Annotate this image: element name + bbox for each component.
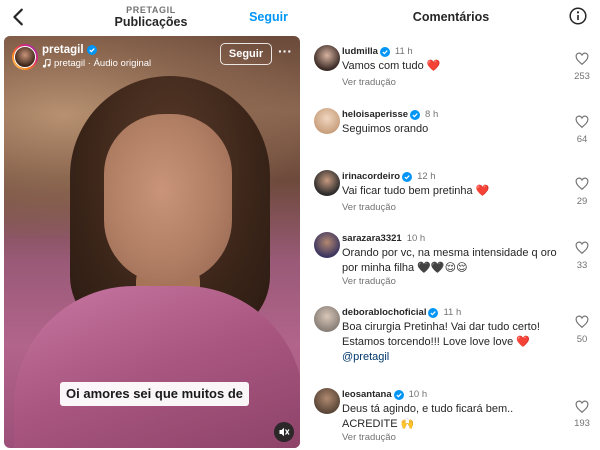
video-subject-face (104, 114, 232, 284)
commenter-username[interactable]: irinacordeiro 12 h (342, 171, 436, 182)
comments-pane: Comentários ludmilla 11 h Vamos com tudo… (302, 0, 600, 450)
heart-outline-icon[interactable] (575, 400, 589, 414)
comment-item: irinacordeiro 12 h Vai ficar tudo bem pr… (302, 170, 600, 226)
verified-badge-icon (402, 171, 413, 182)
post-pane: PRETAGIL Publicações Seguir pretagil pre… (0, 0, 302, 450)
commenter-avatar[interactable] (314, 170, 340, 196)
username-text: sarazara3321 (342, 233, 402, 244)
verified-badge-icon (393, 389, 404, 400)
comment-text: Vai ficar tudo bem pretinha ❤️ (342, 185, 490, 197)
mention-link[interactable]: @pretagil (342, 351, 389, 363)
header-follow-button[interactable]: Seguir (249, 10, 288, 24)
see-translation-link[interactable]: Ver tradução (342, 432, 396, 443)
commenter-username[interactable]: leosantana 10 h (342, 389, 427, 400)
see-translation-link[interactable]: Ver tradução (342, 276, 396, 287)
verified-badge-icon (410, 109, 421, 120)
author-avatar[interactable] (12, 44, 38, 70)
verified-badge-icon (428, 307, 439, 318)
comment-time: 10 h (408, 389, 428, 400)
commenter-username[interactable]: heloisaperisse 8 h (342, 109, 438, 120)
comment-item: heloisaperisse 8 h Seguimos orando 64 (302, 108, 600, 164)
heart-outline-icon[interactable] (575, 177, 589, 191)
like-count: 193 (574, 418, 590, 429)
audio-label[interactable]: pretagil · Áudio original (42, 58, 151, 69)
audio-text: pretagil · Áudio original (54, 58, 152, 69)
commenter-avatar[interactable] (314, 45, 340, 71)
heart-outline-icon[interactable] (575, 52, 589, 66)
comment-text: Vamos com tudo ❤️ (342, 60, 441, 72)
more-dots-icon[interactable]: ··· (278, 44, 294, 61)
info-icon[interactable] (569, 7, 587, 25)
comment-text: Deus tá agindo, e tudo ficará bem.. ACRE… (342, 403, 514, 430)
comment-text: Seguimos orando (342, 123, 429, 135)
video-caption: Oi amores sei que muitos de (60, 382, 249, 406)
author-username[interactable]: pretagil (42, 44, 97, 56)
comment-time: 12 h (417, 171, 436, 182)
verified-badge-icon (86, 45, 97, 55)
username-text: ludmilla (342, 46, 378, 57)
commenter-avatar[interactable] (314, 108, 340, 134)
comment-item: deborablochoficial 11 h Boa cirurgia Pre… (302, 306, 600, 386)
like-count: 50 (576, 334, 588, 345)
commenter-avatar[interactable] (314, 306, 340, 332)
comment-item: ludmilla 11 h Vamos com tudo ❤️ Ver trad… (302, 45, 600, 105)
video-follow-button[interactable]: Seguir (220, 43, 272, 65)
username-text: leosantana (342, 389, 392, 400)
comment-text: Orando por vc, na mesma intensidade q or… (342, 247, 557, 274)
like-count: 253 (574, 71, 590, 82)
see-translation-link[interactable]: Ver tradução (342, 202, 396, 213)
comment-item: sarazara3321 10 h Orando por vc, na mesm… (302, 232, 600, 302)
heart-outline-icon[interactable] (575, 315, 589, 329)
music-note-icon (42, 59, 51, 68)
commenter-avatar[interactable] (314, 388, 340, 414)
comment-time: 10 h (406, 233, 426, 244)
video-subject-body (14, 286, 300, 448)
like-count: 33 (576, 260, 588, 271)
commenter-username[interactable]: ludmilla 11 h (342, 46, 413, 57)
verified-badge-icon (379, 46, 390, 57)
like-count: 29 (576, 196, 588, 207)
commenter-avatar[interactable] (314, 232, 340, 258)
post-header: PRETAGIL Publicações Seguir (0, 0, 302, 34)
like-count: 64 (576, 134, 588, 145)
username-text: irinacordeiro (342, 171, 401, 182)
reel-video[interactable]: pretagil pretagil · Áudio original Segui… (4, 36, 300, 448)
commenter-username[interactable]: sarazara3321 10 h (342, 233, 425, 244)
author-username-text: pretagil (42, 44, 84, 56)
comment-time: 11 h (443, 307, 462, 318)
heart-outline-icon[interactable] (575, 115, 589, 129)
comment-time: 11 h (394, 46, 413, 57)
comment-time: 8 h (425, 109, 439, 120)
username-text: deborablochoficial (342, 307, 427, 318)
comment-text: Boa cirurgia Pretinha! Vai dar tudo cert… (342, 320, 562, 365)
heart-outline-icon[interactable] (575, 241, 589, 255)
see-translation-link[interactable]: Ver tradução (342, 77, 396, 88)
username-text: heloisaperisse (342, 109, 409, 120)
comment-body: Boa cirurgia Pretinha! Vai dar tudo cert… (342, 321, 540, 348)
mute-icon[interactable] (274, 422, 294, 442)
comment-item: leosantana 10 h Deus tá agindo, e tudo f… (302, 388, 600, 448)
commenter-username[interactable]: deborablochoficial 11 h (342, 307, 461, 318)
comments-title: Comentários (412, 10, 490, 24)
